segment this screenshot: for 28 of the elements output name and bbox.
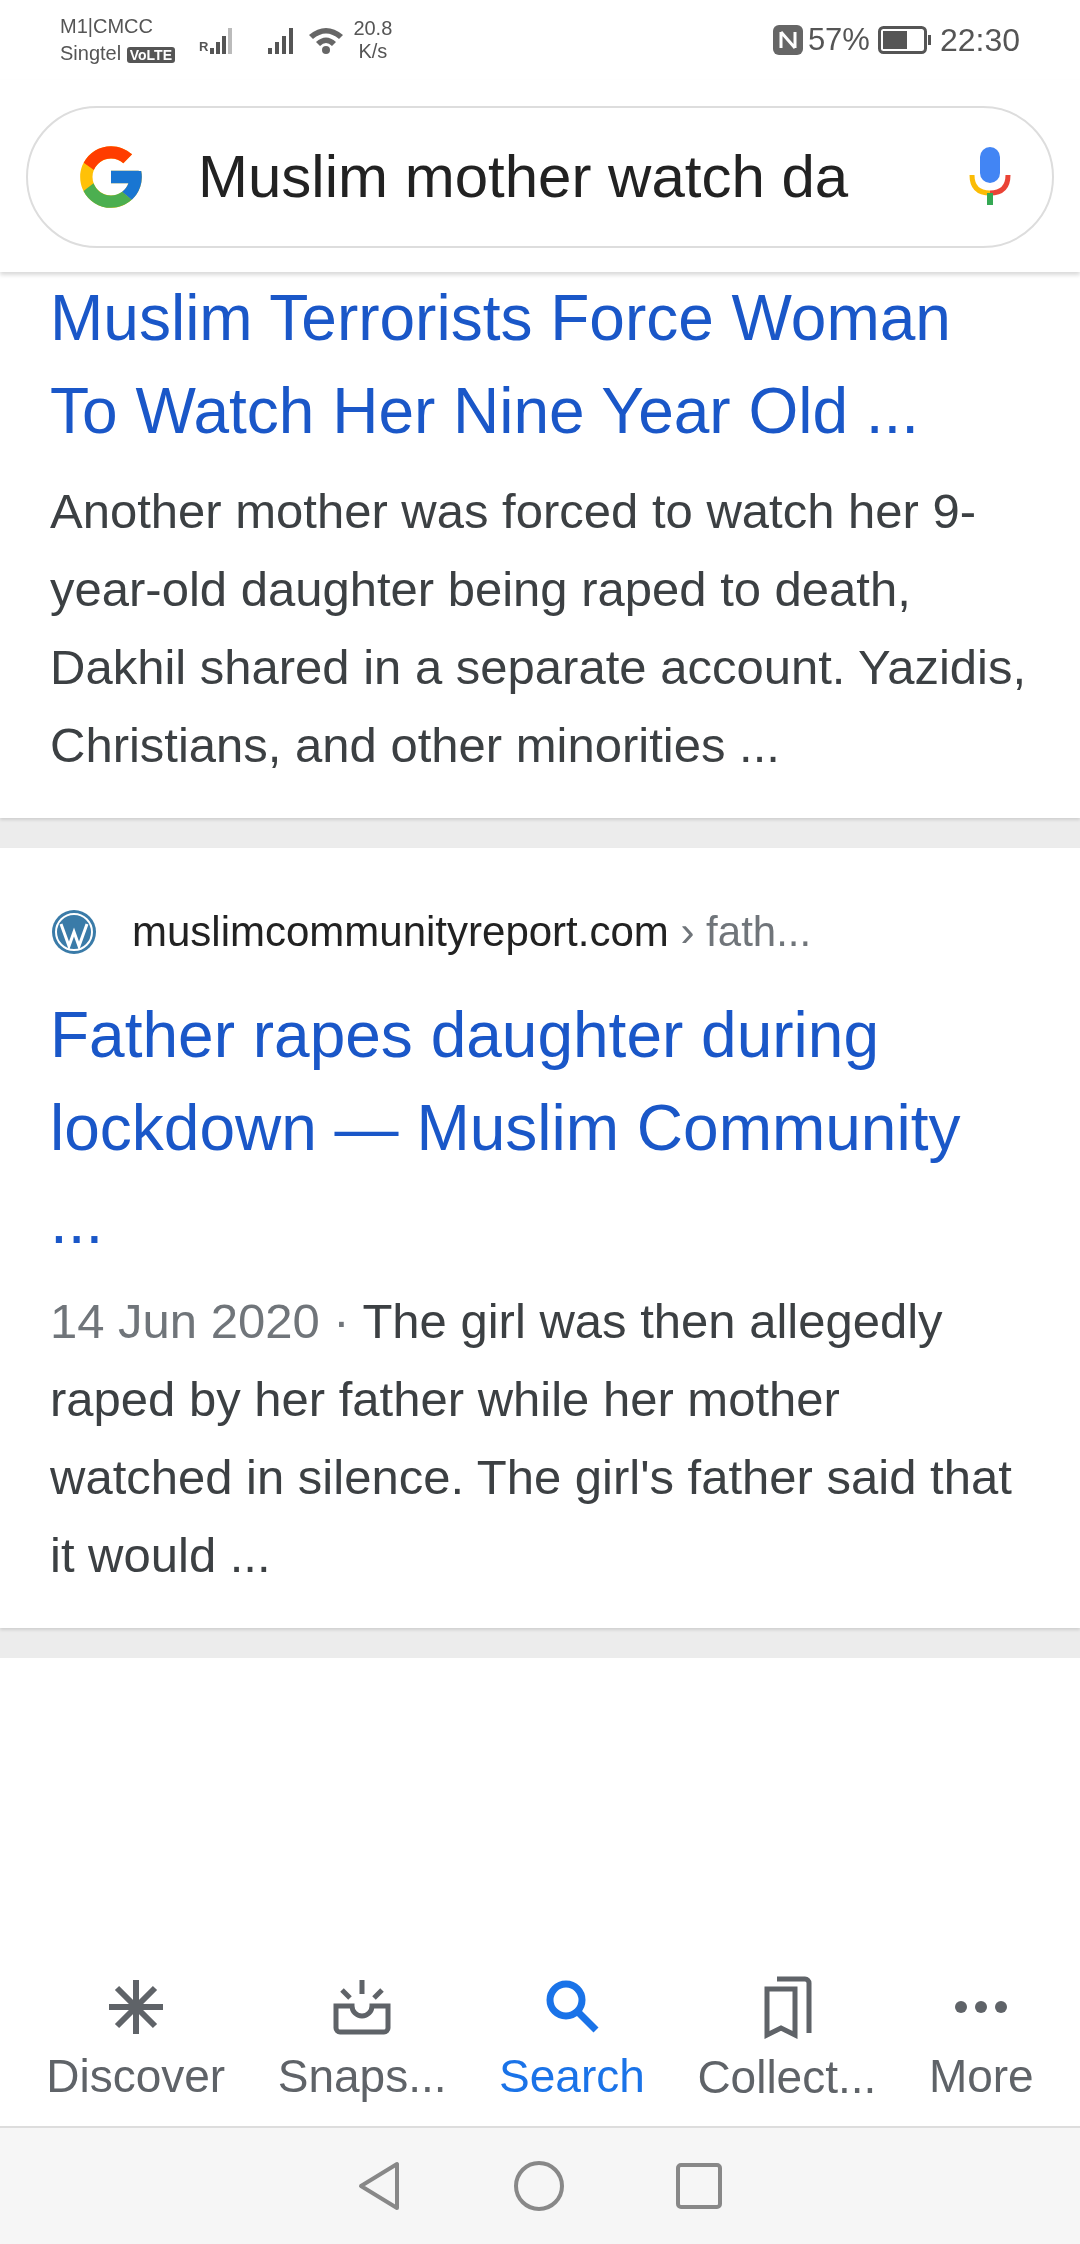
result-snippet: Another mother was forced to watch her 9-year-old daughter being raped to death, Dakhil shared in a separate account. Yazidis, Christians, and other minorities ...	[50, 483, 1028, 774]
url-path: › fath...	[680, 908, 812, 955]
clock: 22:30	[939, 21, 1020, 60]
search-query: Muslim mother watch da	[198, 142, 850, 212]
wordpress-logo-icon	[50, 907, 98, 956]
site-url[interactable]: muslimcommunityreport.com	[132, 908, 669, 955]
battery-icon	[877, 26, 932, 54]
carrier-name: Singtel	[60, 42, 122, 64]
nav-tab[interactable]: Search	[499, 1975, 645, 2111]
roaming-label: R	[199, 37, 209, 56]
nav-tab[interactable]: Collect...	[697, 1974, 877, 2112]
result-snippet: 14 Jun 2020 · The girl was then allegedly raped by her father while her mother watched in silence. The girl's father said that it would ...	[50, 1293, 1013, 1584]
home-icon[interactable]	[513, 2160, 565, 2212]
nav-tab[interactable]: Discover	[46, 1975, 226, 2111]
result-title-link[interactable]: Muslim Terrorists Force Woman To Watch Her Nine Year Old ...	[50, 272, 1030, 458]
nav-tab[interactable]: Snaps...	[277, 1975, 447, 2111]
nav-tab[interactable]: More	[928, 1975, 1034, 2111]
carrier-name: M1|CMCC	[60, 14, 154, 39]
nfc-icon	[771, 24, 804, 56]
battery-percent: 57%	[807, 20, 870, 59]
volte-badge: VoLTE	[126, 47, 175, 63]
result-title-link[interactable]: Father rapes daughter during lockdown — Muslim Community ...	[50, 989, 1030, 1268]
recents-icon[interactable]	[675, 2162, 723, 2210]
network-speed: 20.8	[353, 17, 393, 40]
search-field[interactable]: Muslim mother watch da	[26, 106, 1054, 248]
wifi-icon	[307, 25, 346, 55]
more-icon	[953, 1999, 1010, 2014]
speed-unit: K/s	[357, 40, 389, 63]
